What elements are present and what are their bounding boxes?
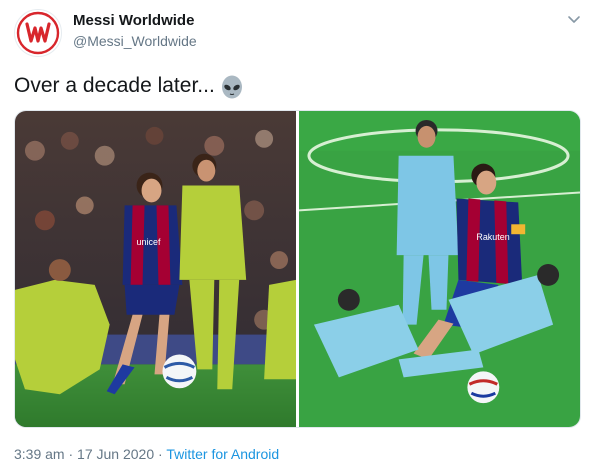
messi-logo-icon	[16, 11, 60, 55]
alien-emoji-icon	[219, 74, 245, 100]
tweet-text: Over a decade later...	[14, 73, 245, 99]
meta-separator-2: ·	[154, 446, 167, 462]
jersey-sponsor-left: unicef	[137, 237, 161, 247]
tweet-text-content: Over a decade later...	[14, 74, 215, 97]
meta-separator: ·	[64, 446, 78, 462]
tweet-meta: 3:39 am · 17 Jun 2020 · Twitter for Andr…	[14, 446, 279, 462]
photo-right[interactable]: Rakuten	[299, 111, 580, 427]
avatar[interactable]	[14, 9, 62, 57]
jersey-sponsor-right: Rakuten	[476, 232, 509, 242]
user-handle[interactable]: @Messi_Worldwide	[73, 33, 197, 49]
photo-left[interactable]: unicef	[15, 111, 296, 427]
tweet-card: Messi Worldwide @Messi_Worldwide Over a …	[0, 0, 591, 463]
tweet-time[interactable]: 3:39 am	[14, 446, 65, 462]
chevron-down-icon[interactable]	[565, 10, 583, 28]
tweet-source-link[interactable]: Twitter for Android	[166, 446, 279, 462]
display-name[interactable]: Messi Worldwide	[73, 12, 194, 29]
tweet-date[interactable]: 17 Jun 2020	[77, 446, 154, 462]
tweet-media[interactable]: unicef Rakuten	[14, 110, 581, 428]
